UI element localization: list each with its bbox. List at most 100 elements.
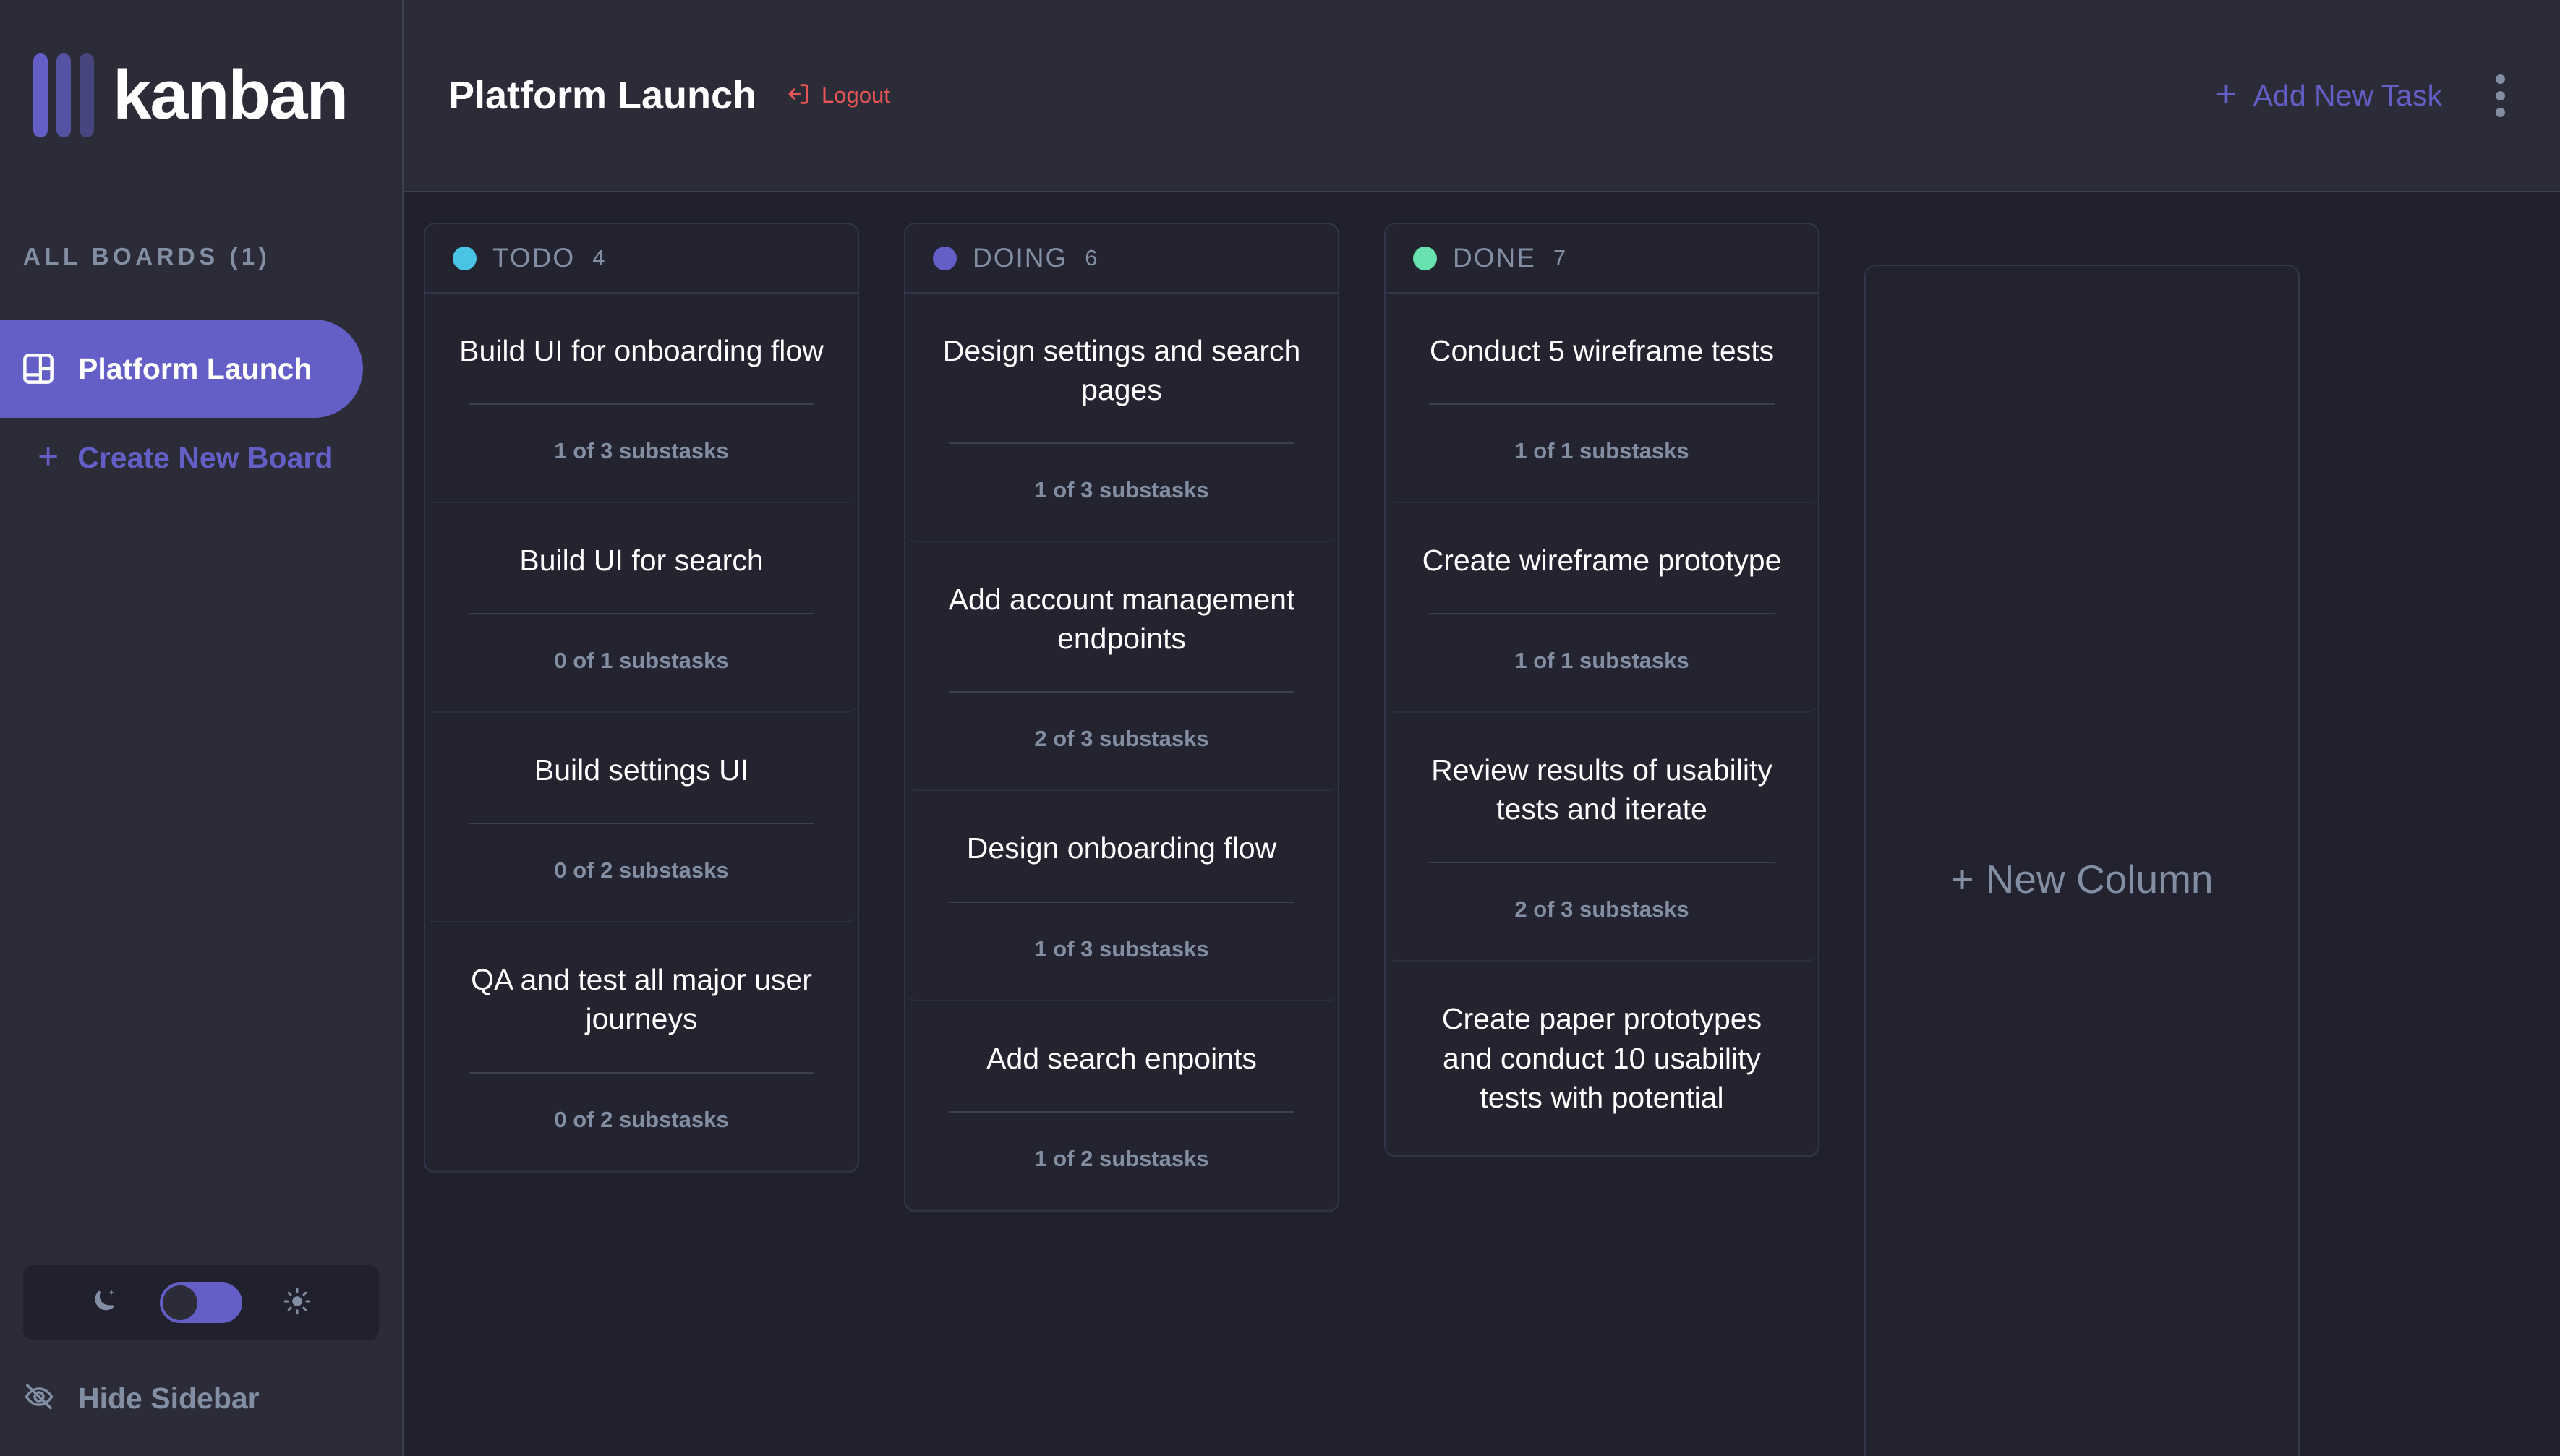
- column-header: TODO 4: [425, 224, 858, 294]
- board-list: Platform Launch: [0, 320, 402, 418]
- column-task-list: Conduct 5 wireframe tests 1 of 1 substask…: [1386, 294, 1818, 1156]
- logout-icon: [787, 82, 811, 110]
- task-divider: [469, 823, 814, 824]
- column-task-count: 6: [1085, 245, 1097, 271]
- new-column-button[interactable]: +New Column: [1864, 265, 2300, 1456]
- column-task-list: Build UI for onboarding flow 1 of 3 subst…: [425, 294, 858, 1172]
- task-subtask-count: 1 of 3 substasks: [939, 936, 1305, 962]
- task-subtask-count: 1 of 1 substasks: [1419, 438, 1785, 464]
- task-title: Conduct 5 wireframe tests: [1419, 331, 1785, 370]
- task-card[interactable]: Design onboarding flow 1 of 3 substasks: [905, 791, 1338, 1001]
- task-divider: [469, 403, 814, 405]
- sidebar-item-platform-launch[interactable]: Platform Launch: [0, 320, 363, 418]
- theme-toggle-switch[interactable]: [160, 1282, 242, 1323]
- board-column: TODO 4 Build UI for onboarding flow 1 of 3 …: [424, 223, 859, 1173]
- task-subtask-count: 1 of 2 substasks: [939, 1146, 1305, 1172]
- column-task-count: 7: [1553, 245, 1566, 271]
- create-new-board-label: Create New Board: [77, 441, 333, 475]
- column-status-dot-icon: [453, 247, 477, 270]
- theme-toggle-panel: [23, 1265, 379, 1340]
- create-new-board-button[interactable]: + Create New Board: [0, 418, 402, 497]
- hide-sidebar-button[interactable]: Hide Sidebar: [0, 1340, 402, 1456]
- add-new-task-button[interactable]: + Add New Task: [2215, 79, 2442, 113]
- sun-icon: [283, 1287, 312, 1319]
- column-name: DOING: [973, 243, 1067, 273]
- task-title: Add account management endpoints: [939, 580, 1305, 658]
- task-divider: [1429, 613, 1775, 614]
- moon-icon: [90, 1287, 119, 1319]
- task-title: Review results of usability tests and it…: [1419, 750, 1785, 828]
- task-divider: [949, 691, 1294, 693]
- logout-label: Logout: [822, 82, 890, 108]
- task-card[interactable]: Create wireframe prototype 1 of 1 substas…: [1386, 503, 1818, 713]
- topbar-left: Platform Launch Logout: [448, 73, 890, 118]
- column-task-list: Design settings and search pages1 of 3 s…: [905, 294, 1338, 1211]
- column-name: TODO: [492, 243, 575, 273]
- column-status-dot-icon: [1413, 247, 1437, 270]
- kanban-app: kanban ALL BOARDS (1) Platform Launch + …: [0, 0, 2560, 1456]
- app-logo: kanban: [0, 0, 402, 192]
- task-card[interactable]: Conduct 5 wireframe tests 1 of 1 substask…: [1386, 294, 1818, 503]
- column-status-dot-icon: [933, 247, 957, 270]
- task-card[interactable]: QA and test all major user journeys 0 of …: [425, 922, 858, 1171]
- column-header: DONE 7: [1386, 224, 1818, 294]
- new-column-label-wrap: +New Column: [1951, 856, 2214, 902]
- vertical-ellipsis-icon[interactable]: [2486, 69, 2515, 123]
- task-subtask-count: 2 of 3 substasks: [939, 726, 1305, 752]
- logo-bars-icon: [33, 53, 94, 137]
- task-divider: [1429, 862, 1775, 863]
- add-new-task-label: Add New Task: [2253, 79, 2442, 113]
- board-column: DOING 6 Design settings and search pages1 …: [904, 223, 1339, 1212]
- plus-icon: +: [38, 438, 59, 474]
- theme-toggle-knob: [163, 1285, 197, 1320]
- column-task-count: 4: [592, 245, 605, 271]
- task-divider: [949, 442, 1294, 444]
- all-boards-heading: ALL BOARDS (1): [0, 192, 402, 270]
- task-divider: [1429, 403, 1775, 405]
- column-header: DOING 6: [905, 224, 1338, 294]
- task-divider: [469, 613, 814, 614]
- task-divider: [469, 1072, 814, 1074]
- sidebar-bottom: Hide Sidebar: [0, 1265, 402, 1456]
- task-subtask-count: 2 of 3 substasks: [1419, 896, 1785, 922]
- task-subtask-count: 0 of 2 substasks: [458, 857, 824, 883]
- page-title: Platform Launch: [448, 73, 756, 118]
- task-card[interactable]: Build UI for search 0 of 1 substasks: [425, 503, 858, 713]
- sidebar: kanban ALL BOARDS (1) Platform Launch + …: [0, 0, 404, 1456]
- board-icon: [23, 354, 54, 384]
- task-subtask-count: 1 of 3 substasks: [458, 438, 824, 464]
- task-divider: [949, 902, 1294, 903]
- task-title: Build settings UI: [458, 750, 824, 789]
- column-name: DONE: [1453, 243, 1536, 273]
- task-subtask-count: 0 of 2 substasks: [458, 1107, 824, 1133]
- plus-icon: +: [2215, 75, 2237, 113]
- logout-button[interactable]: Logout: [787, 82, 890, 110]
- task-title: Create wireframe prototype: [1419, 541, 1785, 580]
- task-title: Build UI for search: [458, 541, 824, 580]
- topbar-right: + Add New Task: [2215, 69, 2515, 123]
- task-subtask-count: 0 of 1 substasks: [458, 648, 824, 674]
- new-column-label: New Column: [1986, 856, 2214, 902]
- task-title: Design onboarding flow: [939, 828, 1305, 868]
- task-subtask-count: 1 of 1 substasks: [1419, 648, 1785, 674]
- sidebar-item-label: Platform Launch: [78, 352, 312, 386]
- task-title: QA and test all major user journeys: [458, 960, 824, 1038]
- task-card[interactable]: Create paper prototypes and conduct 10 u…: [1386, 962, 1818, 1155]
- task-divider: [949, 1111, 1294, 1113]
- task-subtask-count: 1 of 3 substasks: [939, 477, 1305, 503]
- task-card[interactable]: Add account management endpoints 2 of 3 s…: [905, 542, 1338, 791]
- task-card[interactable]: Design settings and search pages1 of 3 s…: [905, 294, 1338, 542]
- task-title: Create paper prototypes and conduct 10 u…: [1419, 999, 1785, 1116]
- topbar: Platform Launch Logout + Add New Ta: [404, 0, 2560, 192]
- task-card[interactable]: Build UI for onboarding flow 1 of 3 subst…: [425, 294, 858, 503]
- task-title: Add search enpoints: [939, 1039, 1305, 1078]
- logo-text: kanban: [113, 61, 347, 130]
- board-columns: TODO 4 Build UI for onboarding flow 1 of 3 …: [404, 192, 2560, 1456]
- task-card[interactable]: Add search enpoints 1 of 2 substasks: [905, 1001, 1338, 1211]
- hide-sidebar-label: Hide Sidebar: [78, 1382, 260, 1416]
- task-title: Build UI for onboarding flow: [458, 331, 824, 370]
- main-area: Platform Launch Logout + Add New Ta: [404, 0, 2560, 1456]
- board-column: DONE 7 Conduct 5 wireframe tests 1 of 1 sub…: [1384, 223, 1819, 1157]
- task-card[interactable]: Review results of usability tests and it…: [1386, 713, 1818, 962]
- task-card[interactable]: Build settings UI 0 of 2 substasks: [425, 713, 858, 922]
